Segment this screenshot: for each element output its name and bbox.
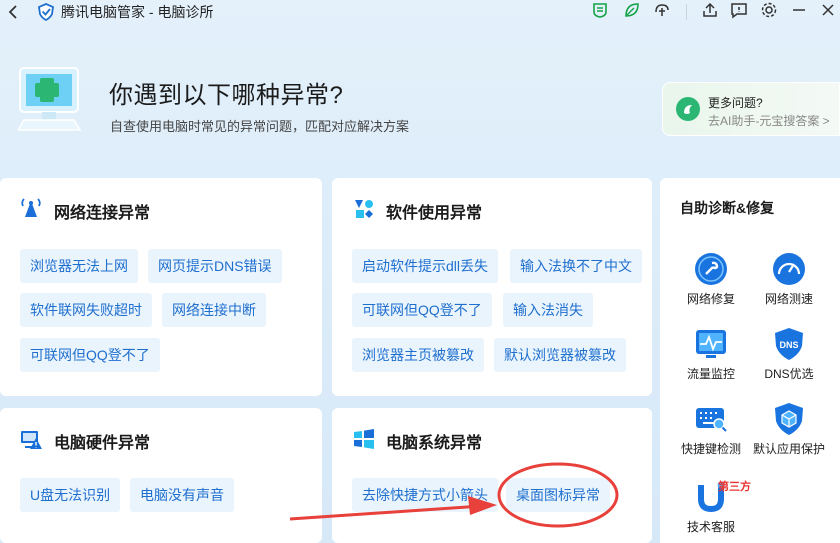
- software-issues-card: 软件使用异常 启动软件提示dll丢失 输入法换不了中文 可联网但QQ登不了 输入…: [332, 178, 652, 396]
- wrench-icon: [695, 253, 727, 285]
- hardware-card-title: 电脑硬件异常: [54, 435, 151, 452]
- issue-chip[interactable]: 网络连接中断: [162, 293, 266, 327]
- issue-chip[interactable]: 默认浏览器被篡改: [494, 338, 626, 372]
- tool-speed-test[interactable]: 网络测速: [752, 252, 826, 307]
- cloud-fan-icon[interactable]: [652, 0, 672, 20]
- shield-logo-icon: [38, 3, 54, 21]
- tool-traffic-monitor[interactable]: 流量监控: [674, 327, 748, 382]
- speedometer-icon: [773, 253, 805, 285]
- tool-label: 快捷键检测: [680, 442, 741, 456]
- hero-subtitle: 自查使用电脑时常见的异常问题，匹配对应解决方案: [110, 119, 410, 134]
- window-title: 腾讯电脑管家 - 电脑诊所: [61, 4, 214, 20]
- software-card-title: 软件使用异常: [386, 205, 483, 222]
- issue-chip[interactable]: 输入法消失: [503, 293, 593, 327]
- minimize-icon[interactable]: [789, 0, 809, 20]
- title-bar: 腾讯电脑管家 - 电脑诊所: [0, 0, 840, 24]
- issue-chip[interactable]: 去除快捷方式小箭头: [352, 478, 498, 512]
- yuanbao-logo-icon: [676, 97, 700, 121]
- hero-title: 你遇到以下哪种异常?: [109, 82, 344, 109]
- ai-card-title: 更多问题?: [708, 96, 763, 110]
- tool-dns-optimize[interactable]: DNS DNS优选: [752, 327, 826, 382]
- tool-label: 流量监控: [686, 367, 735, 381]
- feedback-icon[interactable]: [729, 0, 749, 20]
- third-party-badge: 第三方: [718, 481, 751, 493]
- windows-logo-icon: [354, 429, 374, 449]
- issue-chip[interactable]: 软件联网失败超时: [20, 293, 152, 327]
- issue-chip[interactable]: 可联网但QQ登不了: [20, 338, 160, 372]
- ai-assistant-card[interactable]: 更多问题? 去AI助手-元宝搜答案 >: [662, 82, 840, 136]
- hardware-warning-icon: [21, 431, 42, 449]
- shield-cube-icon: [775, 403, 803, 435]
- clinic-monitor-icon: [18, 67, 82, 131]
- security-badge-icon[interactable]: [590, 0, 610, 20]
- tool-default-app-protect[interactable]: 默认应用保护: [752, 402, 826, 457]
- software-shapes-icon: [355, 200, 373, 218]
- system-issues-card: 电脑系统异常 去除快捷方式小箭头 桌面图标异常: [332, 408, 652, 543]
- title-separator: [686, 4, 687, 20]
- issue-chip[interactable]: U盘无法识别: [20, 478, 121, 512]
- dns-shield-icon: DNS: [775, 328, 803, 360]
- back-icon[interactable]: [6, 3, 22, 21]
- network-issues-card: 网络连接异常 浏览器无法上网 网页提示DNS错误 软件联网失败超时 网络连接中断…: [0, 178, 322, 396]
- dns-icon-text: DNS: [779, 340, 798, 350]
- hardware-issues-card: 电脑硬件异常 U盘无法识别 电脑没有声音: [0, 408, 322, 543]
- tool-network-repair[interactable]: 网络修复: [674, 252, 748, 307]
- keyboard-search-icon: [696, 408, 727, 432]
- tool-label: DNS优选: [764, 367, 814, 381]
- tool-label: 默认应用保护: [752, 442, 825, 456]
- issue-chip[interactable]: 输入法换不了中文: [510, 249, 642, 283]
- issue-chip[interactable]: 浏览器无法上网: [20, 249, 138, 283]
- network-tower-icon: [21, 198, 41, 217]
- issue-chip[interactable]: 启动软件提示dll丢失: [352, 249, 499, 283]
- settings-icon[interactable]: [759, 0, 779, 20]
- issue-chip[interactable]: 电脑没有声音: [130, 478, 234, 512]
- tool-label: 网络测速: [764, 292, 813, 306]
- leaf-icon[interactable]: [622, 0, 642, 20]
- self-service-title: 自助诊断&修复: [680, 200, 775, 216]
- traffic-monitor-icon: [696, 330, 726, 358]
- tool-hotkey-check[interactable]: 快捷键检测: [674, 402, 748, 457]
- upload-icon[interactable]: [700, 0, 720, 20]
- issue-chip[interactable]: 可联网但QQ登不了: [352, 293, 492, 327]
- issue-chip[interactable]: 桌面图标异常: [506, 478, 610, 512]
- tool-label: 网络修复: [686, 292, 735, 306]
- issue-chip[interactable]: 网页提示DNS错误: [148, 249, 282, 283]
- network-card-title: 网络连接异常: [54, 205, 151, 222]
- issue-chip[interactable]: 浏览器主页被篡改: [352, 338, 484, 372]
- close-icon[interactable]: [818, 0, 838, 20]
- tool-label: 技术客服: [686, 520, 735, 534]
- system-card-title: 电脑系统异常: [386, 435, 483, 452]
- ai-card-link[interactable]: 去AI助手-元宝搜答案 >: [708, 112, 830, 129]
